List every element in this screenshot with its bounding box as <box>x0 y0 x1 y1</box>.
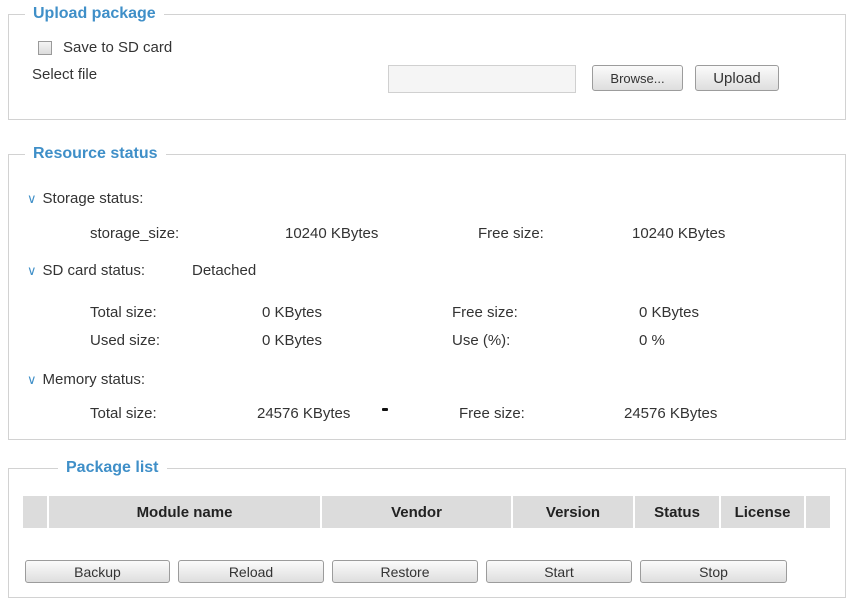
memory-status-heading: ∨ Memory status: <box>27 371 146 389</box>
sd-use-percent-value: 0 % <box>639 332 665 349</box>
package-table-header: Module name Vendor Version Status Licens… <box>23 496 830 528</box>
upload-button[interactable]: Upload <box>695 65 779 91</box>
sd-free-label: Free size: <box>452 304 518 321</box>
table-header-tail <box>806 496 830 528</box>
browse-button[interactable]: Browse... <box>592 65 683 91</box>
storage-size-value: 10240 KBytes <box>285 225 379 242</box>
resource-status-legend: Resource status <box>25 144 166 164</box>
stop-button[interactable]: Stop <box>640 560 787 583</box>
storage-status-heading: ∨ Storage status: <box>27 190 144 208</box>
restore-button[interactable]: Restore <box>332 560 478 583</box>
storage-free-value: 10240 KBytes <box>632 225 726 242</box>
cursor-mark-icon <box>382 408 388 411</box>
sd-total-label: Total size: <box>90 304 157 321</box>
package-list-panel: Package list Module name Vendor Version … <box>8 458 846 598</box>
reload-button[interactable]: Reload <box>178 560 324 583</box>
start-button[interactable]: Start <box>486 560 632 583</box>
save-to-sd-label: Save to SD card <box>63 39 173 56</box>
column-status[interactable]: Status <box>635 496 719 528</box>
sd-use-percent-label: Use (%): <box>452 332 511 349</box>
save-to-sd-checkbox[interactable] <box>38 41 52 55</box>
column-module-name[interactable]: Module name <box>49 496 320 528</box>
package-list-legend: Package list <box>58 458 167 478</box>
sd-used-value: 0 KBytes <box>262 332 323 349</box>
sd-card-status-heading: ∨ SD card status: <box>27 262 146 280</box>
upload-package-panel: Upload package Save to SD card Select fi… <box>8 4 846 120</box>
table-header-lead <box>23 496 47 528</box>
sd-used-label: Used size: <box>90 332 161 349</box>
column-vendor[interactable]: Vendor <box>322 496 511 528</box>
memory-free-value: 24576 KBytes <box>624 405 718 422</box>
chevron-down-icon[interactable]: ∨ <box>27 190 37 208</box>
storage-free-label: Free size: <box>478 225 544 242</box>
chevron-down-icon[interactable]: ∨ <box>27 262 37 280</box>
sd-card-state: Detached <box>192 262 257 279</box>
column-version[interactable]: Version <box>513 496 633 528</box>
sd-total-value: 0 KBytes <box>262 304 323 321</box>
memory-total-label: Total size: <box>90 405 157 422</box>
chevron-down-icon[interactable]: ∨ <box>27 371 37 389</box>
sd-free-value: 0 KBytes <box>639 304 700 321</box>
upload-package-legend: Upload package <box>25 4 164 24</box>
file-path-input[interactable] <box>388 65 576 93</box>
column-license[interactable]: License <box>721 496 804 528</box>
backup-button[interactable]: Backup <box>25 560 170 583</box>
memory-total-value: 24576 KBytes <box>257 405 351 422</box>
storage-size-label: storage_size: <box>90 225 180 242</box>
resource-status-panel: Resource status ∨ Storage status: storage… <box>8 144 846 440</box>
memory-free-label: Free size: <box>459 405 525 422</box>
select-file-label: Select file <box>32 66 98 83</box>
